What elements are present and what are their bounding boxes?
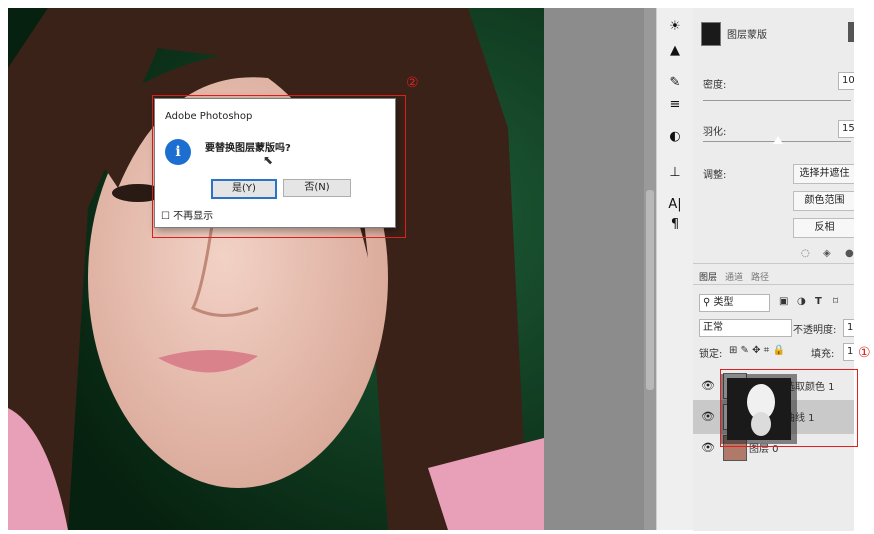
- window-edge: [854, 0, 874, 534]
- mask-thumbnail: [727, 378, 791, 440]
- tab-paths[interactable]: 路径: [751, 270, 769, 283]
- dialog-title: Adobe Photoshop: [165, 111, 253, 122]
- mask-thumbnail: [701, 22, 721, 46]
- filter-shape-icon[interactable]: ⌑: [833, 296, 838, 307]
- tab-channels[interactable]: 通道: [725, 270, 743, 283]
- eye-icon[interactable]: 👁: [701, 380, 715, 392]
- clone-source-icon[interactable]: ⊥: [665, 164, 685, 182]
- eye-icon[interactable]: 👁: [701, 411, 715, 423]
- mouse-cursor-icon: ⬉: [263, 153, 274, 167]
- feather-slider-handle[interactable]: [773, 136, 783, 144]
- replace-mask-dialog: Adobe Photoshop i 要替换图层蒙版吗? ⬉ 是(Y) 否(N) …: [154, 98, 396, 228]
- opacity-label: 不透明度:: [793, 325, 837, 336]
- dont-show-label: 不再显示: [173, 211, 214, 222]
- tab-layers[interactable]: 图层: [699, 270, 717, 283]
- filter-adjust-icon[interactable]: ◑: [797, 296, 806, 307]
- density-label: 密度:: [703, 80, 727, 91]
- portrait-image: [8, 8, 544, 530]
- scrollbar-thumb[interactable]: [646, 190, 654, 390]
- lock-pixels-icon[interactable]: ⊞ ✎ ✥ ⌗ 🔒: [729, 345, 785, 356]
- visibility-mask-icon[interactable]: ●: [845, 248, 854, 259]
- yes-button[interactable]: 是(Y): [211, 179, 277, 199]
- image-canvas[interactable]: [8, 8, 544, 530]
- lock-label: 锁定:: [699, 349, 723, 360]
- dont-show-checkbox[interactable]: ☐ 不再显示: [161, 207, 213, 222]
- search-icon: ⚲: [703, 297, 711, 308]
- canvas-pasteboard: [544, 8, 644, 530]
- levels-icon[interactable]: ▲: [665, 42, 685, 60]
- history-icon[interactable]: ◐: [665, 128, 685, 146]
- character-icon[interactable]: A|: [665, 196, 685, 214]
- apply-mask-icon[interactable]: ◈: [823, 248, 831, 259]
- load-selection-icon[interactable]: ◌: [801, 248, 810, 259]
- filter-pixel-icon[interactable]: ▣: [779, 296, 788, 307]
- blend-mode-select[interactable]: 正常: [699, 319, 792, 337]
- select-and-mask-button[interactable]: 选择并遮住: [793, 164, 856, 184]
- mask-type-label: 图层蒙版: [727, 30, 767, 41]
- eye-icon[interactable]: 👁: [701, 442, 715, 454]
- feather-label: 羽化:: [703, 127, 727, 138]
- no-button[interactable]: 否(N): [283, 179, 351, 197]
- brush-icon[interactable]: ✎: [665, 74, 685, 92]
- dragged-mask-preview[interactable]: [721, 374, 797, 444]
- panel-tool-strip: ☀ ▲ ✎ ≡ ◐ ⊥ A| ¶: [656, 8, 694, 530]
- adjust-label: 调整:: [703, 170, 727, 181]
- properties-panel: 图层蒙版 密度: 100 羽化: 15. 调整: 选择并遮住 颜色范围 反相 ◌…: [693, 8, 856, 263]
- paragraph-icon[interactable]: ¶: [665, 216, 685, 234]
- info-icon: i: [165, 139, 191, 165]
- dialog-message: 要替换图层蒙版吗?: [205, 143, 291, 154]
- filter-kind-select[interactable]: ⚲ 类型: [699, 294, 770, 312]
- filter-kind-label: 类型: [713, 297, 734, 308]
- brightness-icon[interactable]: ☀: [665, 18, 685, 36]
- fill-label: 填充:: [811, 349, 835, 360]
- color-range-button[interactable]: 颜色范围: [793, 191, 856, 211]
- properties-icon[interactable]: ≡: [665, 96, 685, 114]
- tabs-divider: [693, 284, 854, 285]
- invert-button[interactable]: 反相: [793, 218, 856, 238]
- annotation-marker-2: ②: [406, 75, 419, 91]
- filter-type-icon[interactable]: T: [815, 296, 822, 307]
- density-slider[interactable]: [703, 100, 851, 101]
- annotation-marker-1: ①: [858, 345, 871, 361]
